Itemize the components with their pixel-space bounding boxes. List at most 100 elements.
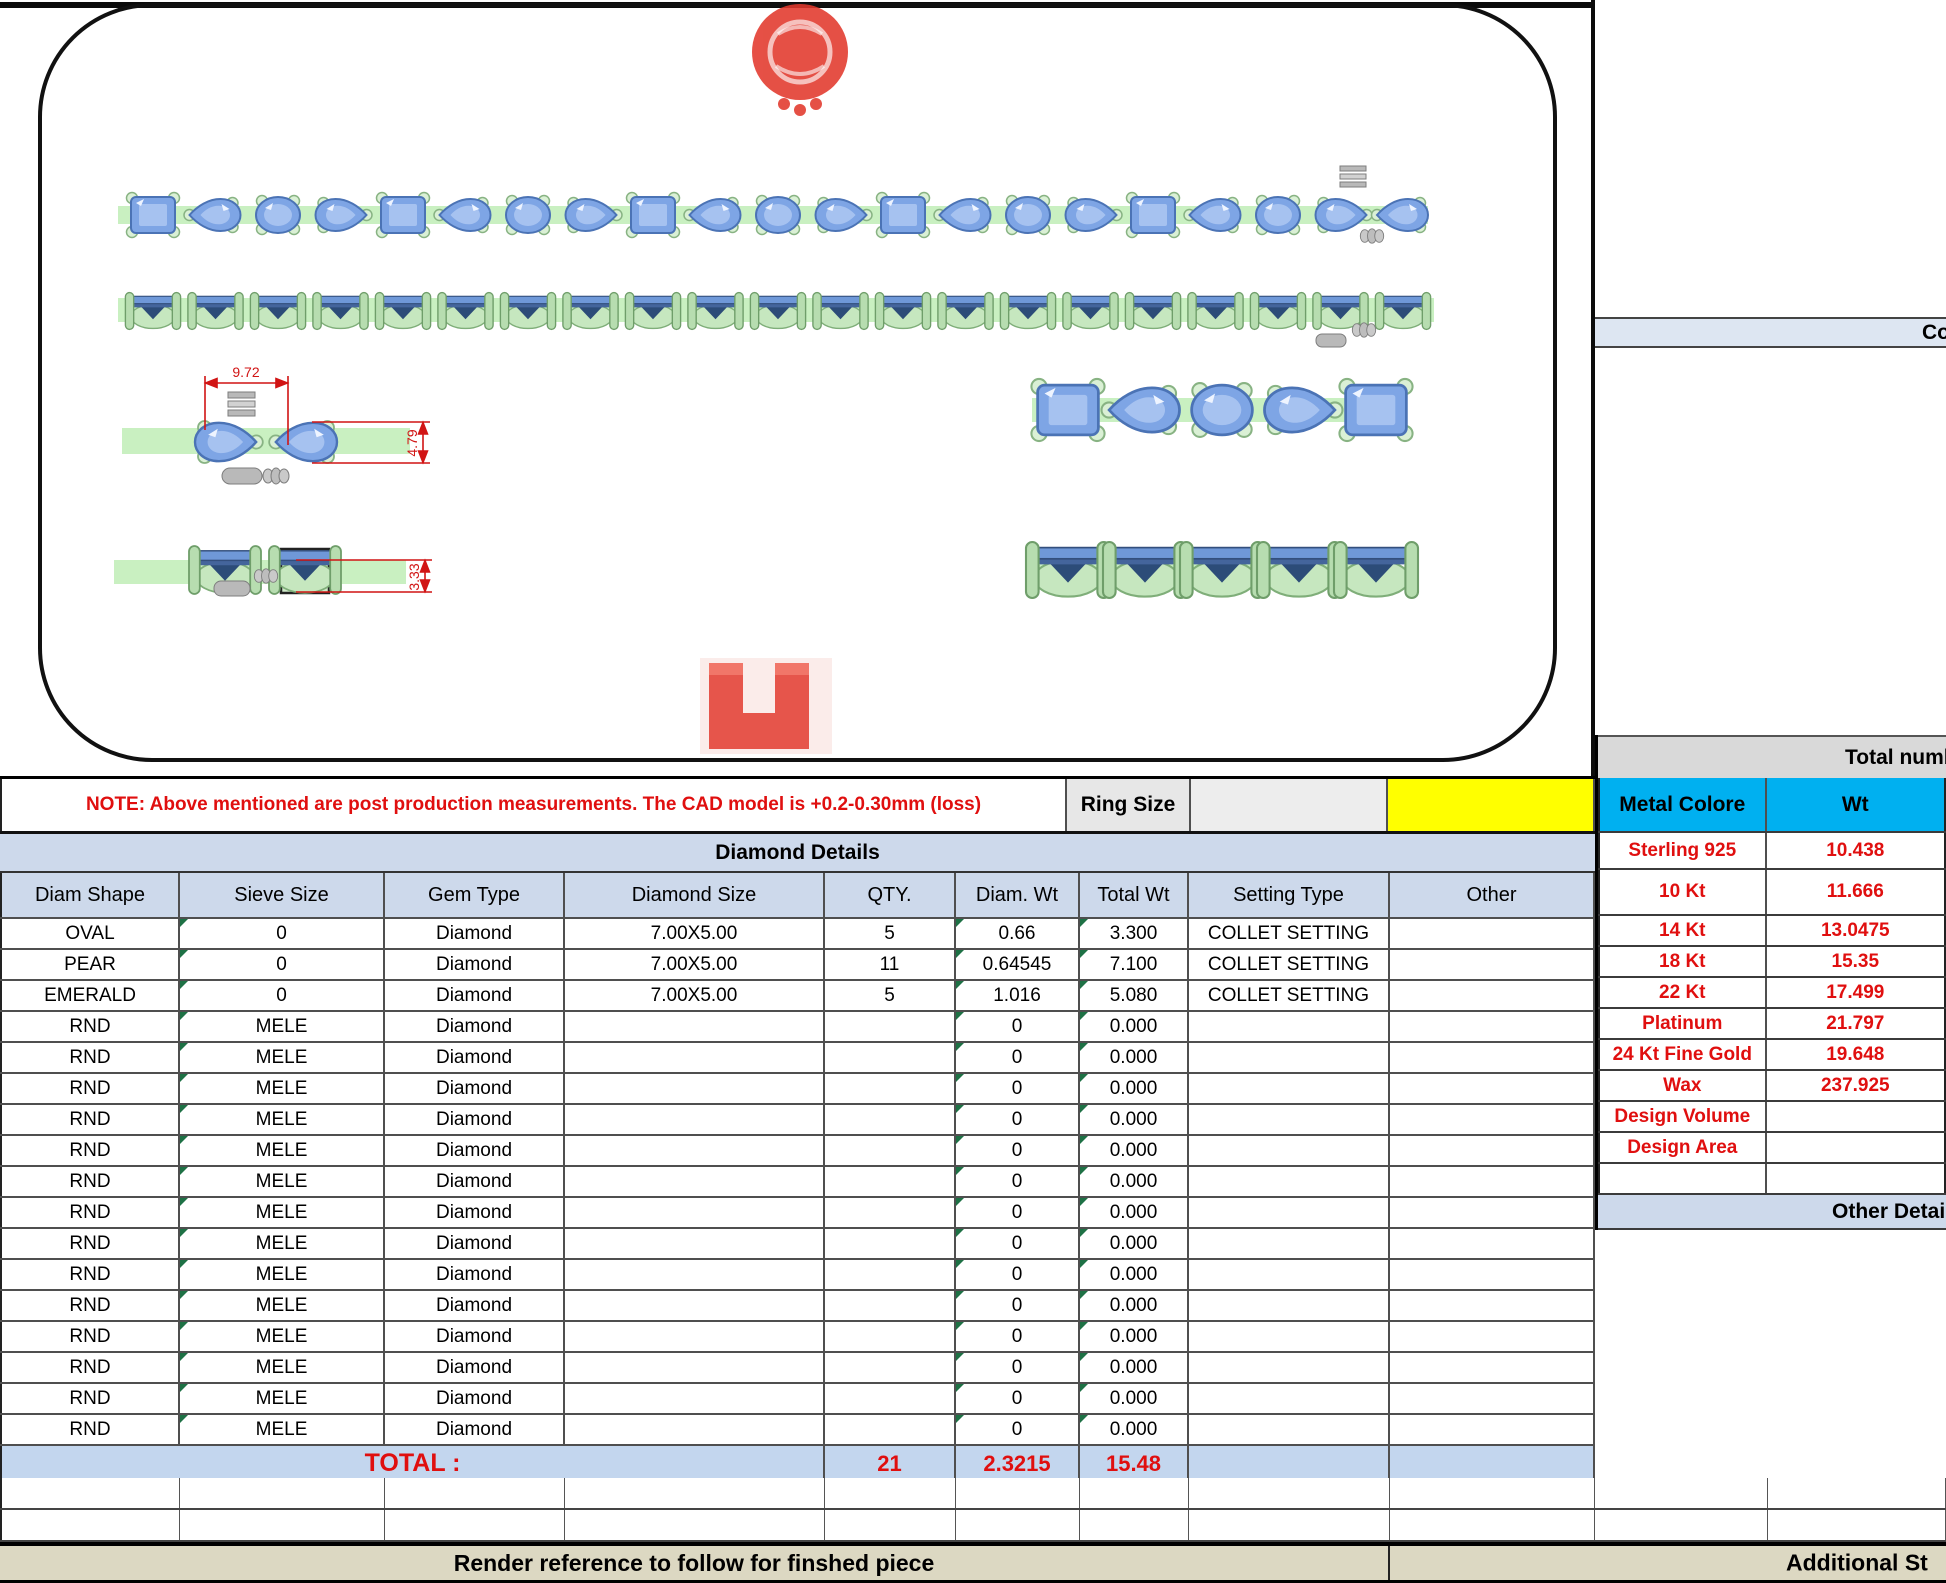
table-cell[interactable] <box>1189 1136 1390 1165</box>
metal-wt-cell[interactable]: 10.438 <box>1767 833 1946 868</box>
empty-cell[interactable] <box>1595 1510 1768 1540</box>
metal-wt-cell[interactable]: 11.666 <box>1767 870 1946 914</box>
table-cell[interactable]: RND <box>0 1229 180 1258</box>
empty-cell[interactable] <box>385 1478 565 1508</box>
table-cell[interactable]: MELE <box>180 1198 385 1227</box>
table-cell[interactable] <box>1390 1136 1595 1165</box>
table-cell[interactable]: Diamond <box>385 919 565 948</box>
table-cell[interactable]: 0.000 <box>1080 1043 1189 1072</box>
col-header[interactable]: QTY. <box>825 873 956 917</box>
empty-cell[interactable] <box>1189 1478 1390 1508</box>
metal-name-cell[interactable]: 24 Kt Fine Gold <box>1598 1040 1767 1069</box>
table-cell[interactable]: Diamond <box>385 1322 565 1351</box>
table-cell[interactable]: Diamond <box>385 1260 565 1289</box>
total-qty[interactable]: 21 <box>825 1446 956 1481</box>
table-cell[interactable]: 0.64545 <box>956 950 1080 979</box>
table-cell[interactable]: 0 <box>956 1043 1080 1072</box>
table-cell[interactable]: 0 <box>956 1384 1080 1413</box>
table-cell[interactable]: 0.000 <box>1080 1074 1189 1103</box>
table-cell[interactable] <box>1390 1229 1595 1258</box>
table-cell[interactable]: 0.000 <box>1080 1322 1189 1351</box>
col-header[interactable]: Diamond Size <box>565 873 825 917</box>
table-cell[interactable]: RND <box>0 1136 180 1165</box>
metal-name-cell[interactable]: Sterling 925 <box>1598 833 1767 868</box>
table-cell[interactable] <box>1390 1167 1595 1196</box>
table-cell[interactable]: 0 <box>956 1291 1080 1320</box>
table-cell[interactable] <box>1390 1105 1595 1134</box>
empty-cell[interactable] <box>825 1478 956 1508</box>
table-cell[interactable]: MELE <box>180 1353 385 1382</box>
table-cell[interactable]: Diamond <box>385 1105 565 1134</box>
table-cell[interactable] <box>1390 950 1595 979</box>
table-cell[interactable] <box>825 1353 956 1382</box>
table-cell[interactable]: 0 <box>956 1322 1080 1351</box>
empty-cell[interactable] <box>1189 1510 1390 1540</box>
table-cell[interactable]: 0 <box>956 1353 1080 1382</box>
table-cell[interactable]: 5.080 <box>1080 981 1189 1010</box>
table-cell[interactable]: Diamond <box>385 1167 565 1196</box>
table-cell[interactable]: RND <box>0 1198 180 1227</box>
table-cell[interactable]: RND <box>0 1322 180 1351</box>
table-cell[interactable]: MELE <box>180 1322 385 1351</box>
empty-cell[interactable] <box>1768 1510 1946 1540</box>
table-cell[interactable]: RND <box>0 1260 180 1289</box>
total-total-wt[interactable]: 15.48 <box>1080 1446 1189 1481</box>
table-cell[interactable] <box>825 1260 956 1289</box>
table-cell[interactable]: 3.300 <box>1080 919 1189 948</box>
col-header-other[interactable]: Other <box>1390 873 1595 917</box>
empty-cell[interactable] <box>180 1510 385 1540</box>
table-cell[interactable] <box>565 1260 825 1289</box>
table-cell[interactable] <box>825 1167 956 1196</box>
table-cell[interactable]: 1.016 <box>956 981 1080 1010</box>
table-cell[interactable]: MELE <box>180 1043 385 1072</box>
table-cell[interactable]: 0 <box>956 1260 1080 1289</box>
table-cell[interactable]: 0 <box>956 1136 1080 1165</box>
table-cell[interactable] <box>825 1198 956 1227</box>
table-cell[interactable]: PEAR <box>0 950 180 979</box>
metal-name-cell[interactable]: Design Volume <box>1598 1102 1767 1131</box>
table-cell[interactable]: Diamond <box>385 950 565 979</box>
table-cell[interactable]: Diamond <box>385 1229 565 1258</box>
metal-name-cell[interactable]: 18 Kt <box>1598 947 1767 976</box>
table-cell[interactable] <box>565 1198 825 1227</box>
empty-cell[interactable] <box>0 1478 180 1508</box>
table-cell[interactable]: Diamond <box>385 1353 565 1382</box>
table-cell[interactable] <box>565 1136 825 1165</box>
table-cell[interactable]: 0.000 <box>1080 1384 1189 1413</box>
table-cell[interactable]: RND <box>0 1415 180 1444</box>
table-cell[interactable] <box>565 1415 825 1444</box>
table-cell[interactable]: 0.000 <box>1080 1291 1189 1320</box>
table-cell[interactable] <box>1189 1105 1390 1134</box>
table-cell[interactable]: RND <box>0 1384 180 1413</box>
metal-wt-cell[interactable] <box>1767 1102 1946 1131</box>
table-cell[interactable] <box>1390 1012 1595 1041</box>
table-cell[interactable] <box>565 1322 825 1351</box>
table-cell[interactable]: 0.000 <box>1080 1105 1189 1134</box>
table-cell[interactable]: 0.000 <box>1080 1167 1189 1196</box>
total-setting-cell[interactable] <box>1189 1446 1390 1481</box>
total-diam-wt[interactable]: 2.3215 <box>956 1446 1080 1481</box>
table-cell[interactable] <box>825 1136 956 1165</box>
table-cell[interactable]: 0.000 <box>1080 1353 1189 1382</box>
table-cell[interactable]: MELE <box>180 1384 385 1413</box>
table-cell[interactable] <box>565 1353 825 1382</box>
table-cell[interactable] <box>1390 1074 1595 1103</box>
table-cell[interactable]: 0.000 <box>1080 1415 1189 1444</box>
metal-name-cell[interactable]: Wax <box>1598 1071 1767 1100</box>
table-cell[interactable] <box>565 1384 825 1413</box>
metal-name-cell[interactable] <box>1598 1164 1767 1193</box>
table-cell[interactable]: Diamond <box>385 1291 565 1320</box>
table-cell[interactable]: RND <box>0 1012 180 1041</box>
table-cell[interactable]: COLLET SETTING <box>1189 919 1390 948</box>
col-header[interactable]: Diam Shape <box>0 873 180 917</box>
empty-cell[interactable] <box>1390 1510 1595 1540</box>
empty-cell[interactable] <box>1080 1510 1189 1540</box>
table-cell[interactable]: RND <box>0 1167 180 1196</box>
table-cell[interactable] <box>565 1167 825 1196</box>
empty-cell[interactable] <box>0 1510 180 1540</box>
table-cell[interactable]: 7.100 <box>1080 950 1189 979</box>
table-cell[interactable]: EMERALD <box>0 981 180 1010</box>
metal-wt-cell[interactable]: 13.0475 <box>1767 916 1946 945</box>
table-cell[interactable] <box>1189 1260 1390 1289</box>
empty-cell[interactable] <box>956 1510 1080 1540</box>
